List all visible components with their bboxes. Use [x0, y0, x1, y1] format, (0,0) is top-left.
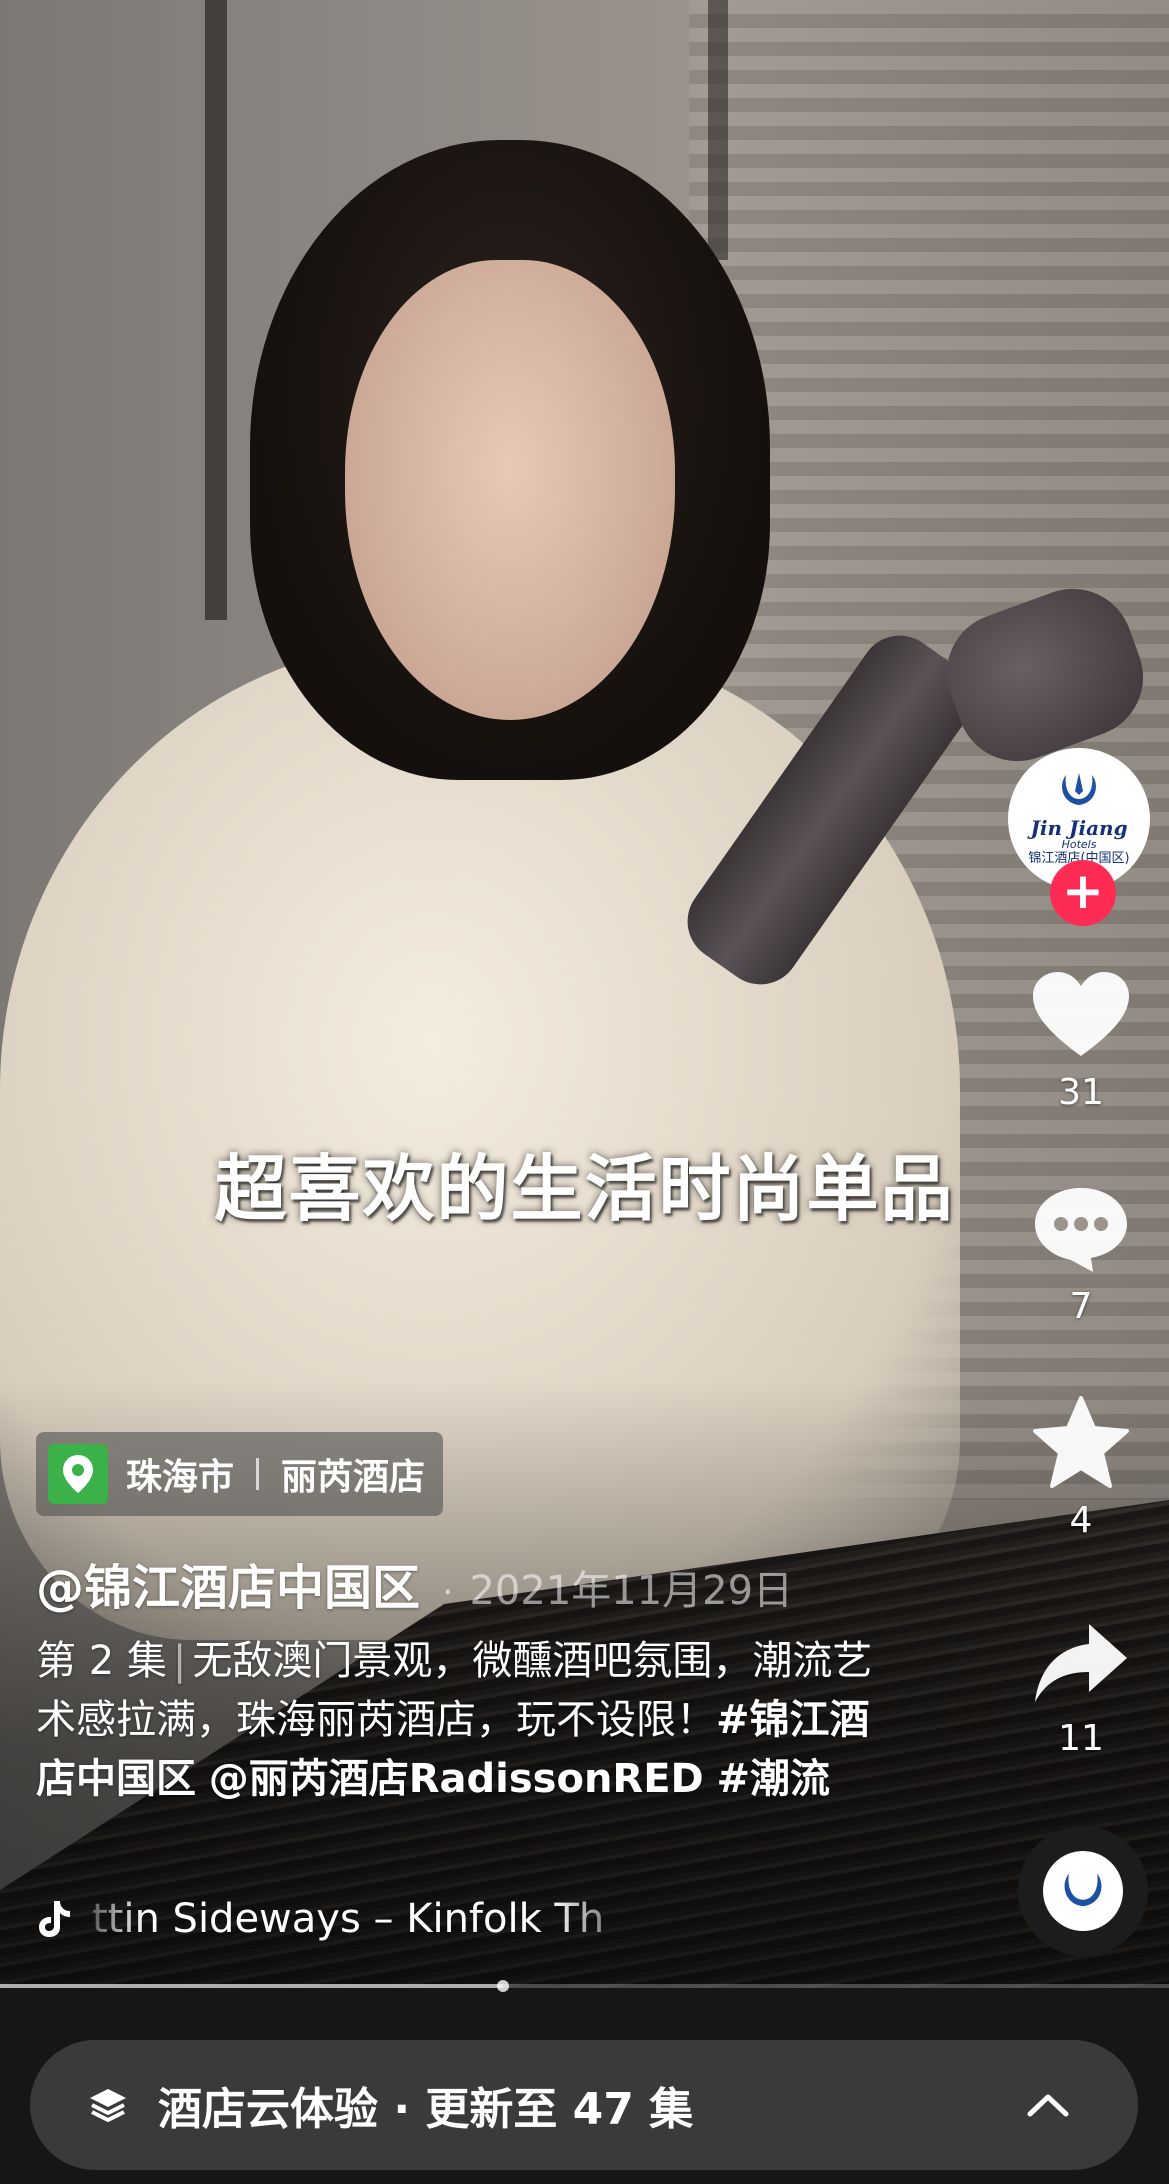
- plus-icon: +: [1062, 862, 1104, 920]
- avatar-brand-subtext: Hotels: [1061, 838, 1097, 851]
- tiktok-note-icon: [39, 1901, 70, 1937]
- comment-button[interactable]: 7: [1006, 1184, 1156, 1327]
- location-pin-icon: [48, 1444, 108, 1504]
- separator-dot: ·: [442, 1572, 454, 1613]
- progress-knob[interactable]: [496, 1980, 509, 1992]
- comment-count: 7: [1069, 1286, 1093, 1327]
- share-button[interactable]: 11: [1006, 1620, 1156, 1759]
- person-face: [345, 260, 675, 720]
- follow-button[interactable]: +: [1050, 860, 1116, 926]
- location-city: 珠海市: [126, 1457, 235, 1498]
- series-label: 酒店云体验 · 更新至 47 集: [158, 2084, 694, 2135]
- heart-icon: [1033, 972, 1129, 1056]
- layers-icon: [90, 2089, 126, 2122]
- favorite-count: 4: [1069, 1500, 1093, 1541]
- episode-divider: |: [172, 1638, 187, 1684]
- like-count: 31: [1058, 1072, 1104, 1113]
- favorite-button[interactable]: 4: [1006, 1396, 1156, 1541]
- episode-label: 第 2 集: [36, 1638, 167, 1684]
- location-tag[interactable]: 珠海市 丽芮酒店: [36, 1432, 444, 1516]
- music-info[interactable]: ttin Sideways – Kinfolk Th: [36, 1896, 636, 1942]
- background-frame: [708, 0, 728, 260]
- chevron-up-icon[interactable]: [1026, 2092, 1070, 2118]
- comment-icon: [1035, 1188, 1127, 1272]
- avatar-brand-text: Jin Jiang: [1030, 816, 1128, 840]
- share-count: 11: [1058, 1718, 1104, 1759]
- series-collection-bar[interactable]: 酒店云体验 · 更新至 47 集: [30, 2040, 1138, 2170]
- video-subtitle: 超喜欢的生活时尚单品: [214, 1147, 955, 1231]
- disc-logo-icon: [1043, 1851, 1123, 1931]
- share-arrow-icon: [1035, 1624, 1127, 1702]
- like-button[interactable]: 31: [1006, 970, 1156, 1113]
- post-date: 2021年11月29日: [469, 1568, 794, 1614]
- music-title: ttin Sideways – Kinfolk Th: [92, 1896, 605, 1942]
- mention[interactable]: @丽芮酒店RadissonRED: [209, 1756, 704, 1802]
- progress-fill: [0, 1984, 503, 1988]
- background-frame: [205, 0, 227, 620]
- author-line: @锦江酒店中国区 · 2021年11月29日: [36, 1548, 793, 1618]
- location-divider: [256, 1458, 260, 1490]
- star-icon: [1033, 1396, 1129, 1488]
- jinjiang-logo-icon: [1056, 771, 1102, 818]
- video-progress-bar[interactable]: [0, 1980, 1169, 1992]
- video-description: 第 2 集 | 无敌澳门景观，微醺酒吧氛围，潮流艺术感拉满，珠海丽芮酒店，玩不设限！…: [36, 1632, 876, 1809]
- hashtag[interactable]: #潮流: [716, 1756, 830, 1802]
- location-place: 丽芮酒店: [281, 1457, 426, 1498]
- author-name[interactable]: @锦江酒店中国区: [36, 1548, 420, 1618]
- music-disc[interactable]: [1018, 1826, 1148, 1956]
